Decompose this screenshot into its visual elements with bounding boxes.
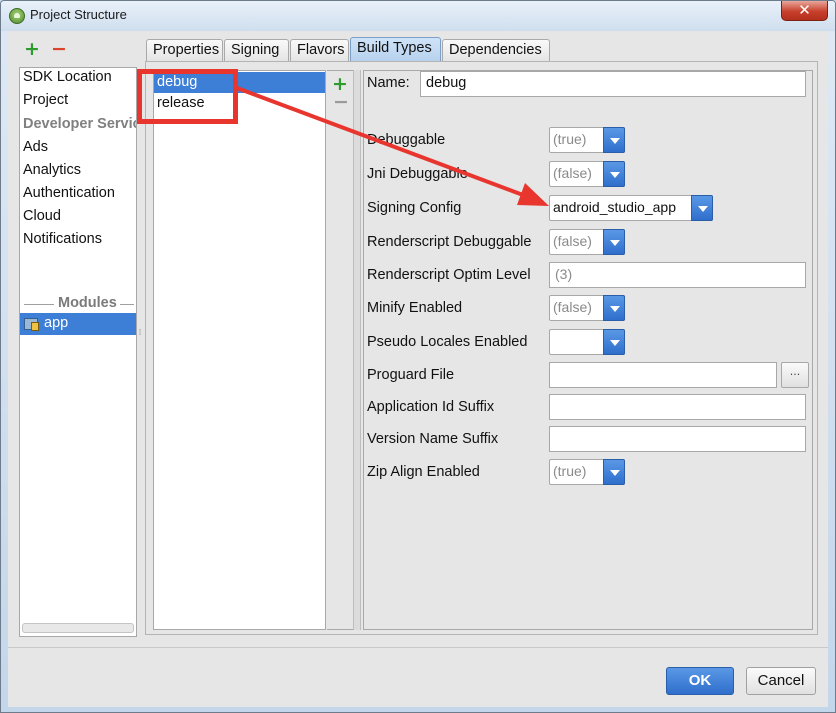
name-label: Name:: [367, 75, 410, 91]
tab-signing[interactable]: Signing: [224, 39, 289, 62]
dialog-content: + − SDK Location Project Developer Servi…: [8, 31, 828, 647]
minify-enabled-combo[interactable]: (false): [549, 295, 625, 321]
chevron-down-icon[interactable]: [603, 329, 625, 355]
cancel-button[interactable]: Cancel: [746, 667, 816, 695]
module-icon: [24, 318, 39, 331]
build-types-list: debug release: [153, 70, 326, 630]
combo-value: android_studio_app: [553, 199, 676, 215]
project-structure-window: Project Structure ✕ + − SDK Location Pro…: [0, 0, 836, 713]
sidebar-item-label: app: [44, 315, 69, 331]
dialog-footer: OK Cancel: [8, 647, 828, 707]
renderscript-debuggable-label: Renderscript Debuggable: [367, 234, 532, 250]
annotation-highlight-box: [137, 69, 238, 124]
signing-config-combo[interactable]: android_studio_app: [549, 195, 713, 221]
chevron-down-icon[interactable]: [603, 229, 625, 255]
jni-debuggable-label: Jni Debuggable: [367, 166, 468, 182]
version-name-suffix-label: Version Name Suffix: [367, 431, 499, 447]
modules-header: Modules: [58, 295, 117, 311]
separator-line: [24, 304, 54, 305]
sidebar-item-analytics[interactable]: Analytics: [23, 162, 81, 178]
splitter-handle[interactable]: ⁞: [137, 329, 143, 345]
chevron-down-icon[interactable]: [603, 127, 625, 153]
renderscript-optim-level-field[interactable]: (3): [549, 262, 806, 288]
build-types-frame: debug release + − Name: debug Debuggable…: [145, 61, 818, 635]
combo-value: (false): [553, 165, 592, 181]
splitter-handle[interactable]: [353, 70, 361, 630]
ok-button[interactable]: OK: [666, 667, 734, 695]
horizontal-scrollbar[interactable]: [22, 623, 134, 633]
combo-value: (false): [553, 299, 592, 315]
signing-config-label: Signing Config: [367, 200, 462, 216]
pseudo-locales-enabled-label: Pseudo Locales Enabled: [367, 334, 528, 350]
minify-enabled-label: Minify Enabled: [367, 300, 463, 316]
remove-icon[interactable]: −: [51, 40, 67, 59]
sidebar-item-authentication[interactable]: Authentication: [23, 185, 115, 201]
sidebar-item-app[interactable]: app: [20, 313, 136, 335]
application-id-suffix-field[interactable]: [549, 394, 806, 420]
add-icon[interactable]: +: [24, 40, 40, 59]
modules-separator: Modules: [20, 295, 136, 315]
tab-properties[interactable]: Properties: [146, 39, 223, 62]
combo-value: (false): [553, 233, 592, 249]
chevron-down-icon[interactable]: [691, 195, 713, 221]
application-id-suffix-label: Application Id Suffix: [367, 399, 495, 415]
close-button[interactable]: ✕: [781, 1, 828, 21]
sidebar-item-notifications[interactable]: Notifications: [23, 231, 102, 247]
android-studio-icon: [9, 8, 25, 24]
browse-button[interactable]: ...: [781, 362, 809, 388]
title-bar: Project Structure ✕: [1, 1, 835, 31]
renderscript-optim-level-label: Renderscript Optim Level: [367, 267, 531, 283]
combo-value: (true): [553, 131, 587, 147]
sidebar-item-ads[interactable]: Ads: [23, 139, 48, 155]
tab-build-types[interactable]: Build Types: [350, 37, 441, 62]
tab-dependencies[interactable]: Dependencies: [442, 39, 550, 62]
window-title: Project Structure: [30, 7, 127, 22]
version-name-suffix-field[interactable]: [549, 426, 806, 452]
separator-line: [120, 304, 134, 305]
sidebar-item-sdk-location[interactable]: SDK Location: [23, 69, 112, 85]
debuggable-combo[interactable]: (true): [549, 127, 625, 153]
proguard-file-field[interactable]: [549, 362, 777, 388]
chevron-down-icon[interactable]: [603, 161, 625, 187]
debuggable-label: Debuggable: [367, 132, 446, 148]
renderscript-debuggable-combo[interactable]: (false): [549, 229, 625, 255]
zip-align-enabled-combo[interactable]: (true): [549, 459, 625, 485]
build-type-properties: Name: debug Debuggable (true) Jni Debugg…: [363, 70, 813, 630]
name-field[interactable]: debug: [420, 71, 806, 97]
proguard-file-label: Proguard File: [367, 367, 455, 383]
remove-build-type-icon[interactable]: −: [333, 91, 349, 113]
zip-align-enabled-label: Zip Align Enabled: [367, 464, 480, 480]
sidebar-item-cloud[interactable]: Cloud: [23, 208, 61, 224]
build-types-toolbar: + −: [327, 70, 353, 630]
chevron-down-icon[interactable]: [603, 459, 625, 485]
tab-flavors[interactable]: Flavors: [290, 39, 349, 62]
sidebar-item-project[interactable]: Project: [23, 92, 68, 108]
pseudo-locales-enabled-combo[interactable]: [549, 329, 625, 355]
jni-debuggable-combo[interactable]: (false): [549, 161, 625, 187]
combo-value: (true): [553, 463, 587, 479]
project-structure-sidebar: SDK Location Project Developer Services …: [19, 67, 137, 637]
developer-services-header: Developer Services: [23, 116, 136, 132]
chevron-down-icon[interactable]: [603, 295, 625, 321]
